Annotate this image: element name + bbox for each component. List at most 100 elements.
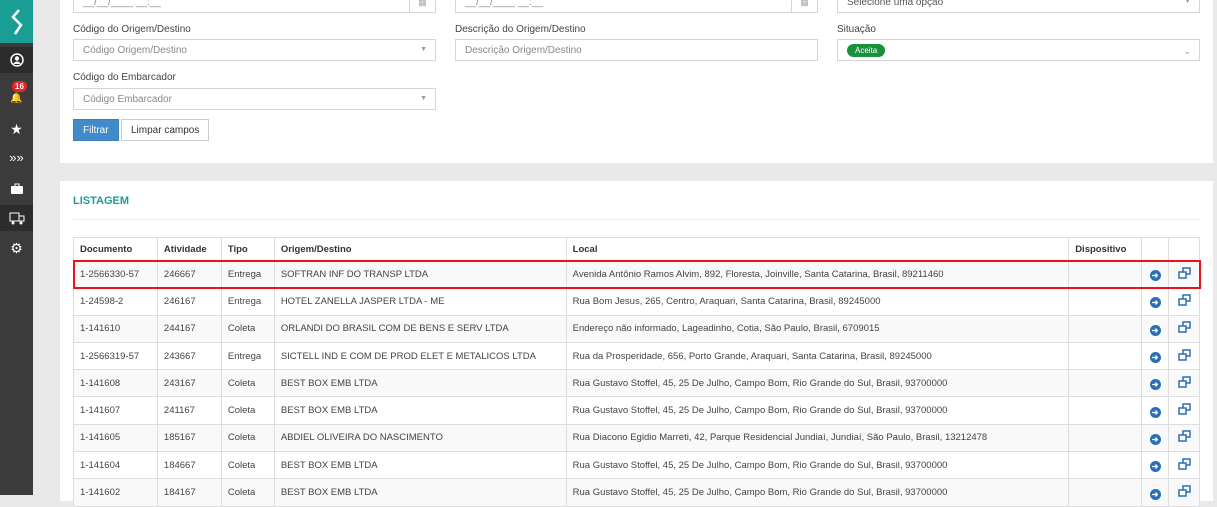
cell-atividade: 241167 xyxy=(156,396,222,425)
codigo-origem-label: Código do Origem/Destino xyxy=(73,24,191,35)
cell-atividade: 185167 xyxy=(156,423,222,453)
codigo-origem-select[interactable]: Código Origem/Destino ▼ xyxy=(73,39,436,61)
column-header[interactable]: Dispositivo xyxy=(1068,237,1143,261)
open-details-icon[interactable]: ➜ xyxy=(1141,287,1170,316)
embarcador-select[interactable]: Código Embarcador ▼ xyxy=(73,88,436,110)
briefcase-icon[interactable] xyxy=(0,176,33,202)
open-window-icon[interactable] xyxy=(1168,478,1200,507)
open-window-icon[interactable] xyxy=(1168,287,1200,316)
listing-title: LISTAGEM xyxy=(73,195,130,207)
cell-local: Rua Bom Jesus, 265, Centro, Araquari, Sa… xyxy=(565,287,1070,316)
open-details-icon[interactable]: ➜ xyxy=(1141,451,1170,480)
cell-tipo: Coleta xyxy=(220,478,275,507)
cell-dispositivo xyxy=(1068,341,1143,371)
cell-dispositivo xyxy=(1068,396,1143,425)
top-select[interactable]: Selecione uma opção ▼ xyxy=(837,0,1200,13)
open-window-icon[interactable] xyxy=(1168,259,1200,289)
table-row[interactable]: 1-141605 185167 Coleta ABDIEL OLIVEIRA DO N… xyxy=(73,423,1200,453)
column-header[interactable]: Tipo xyxy=(220,237,275,261)
column-header[interactable]: Local xyxy=(565,237,1070,261)
descricao-origem-label: Descrição do Origem/Destino xyxy=(455,24,586,35)
descricao-origem-input[interactable]: Descrição Origem/Destino xyxy=(455,39,818,61)
cell-documento: 1-141604 xyxy=(73,451,158,480)
cell-local: Rua Gustavo Stoffel, 45, 25 De Julho, Ca… xyxy=(565,396,1070,425)
logo[interactable] xyxy=(0,0,33,43)
gear-icon[interactable]: ⚙ xyxy=(0,235,33,261)
open-details-icon[interactable]: ➜ xyxy=(1141,341,1170,371)
cell-local: Rua da Prosperidade, 656, Porto Grande, … xyxy=(565,341,1070,371)
table-row[interactable]: 1-141602 184167 Coleta BEST BOX EMB LTDA Rua… xyxy=(73,478,1200,507)
notification-badge: 16 xyxy=(12,81,27,92)
cell-dispositivo xyxy=(1068,259,1143,289)
truck-icon[interactable] xyxy=(0,205,33,231)
cell-atividade: 243667 xyxy=(156,341,222,371)
open-window-icon[interactable] xyxy=(1168,451,1200,480)
cell-local: Rua Gustavo Stoffel, 45, 25 De Julho, Ca… xyxy=(565,451,1070,480)
column-header[interactable]: Origem/Destino xyxy=(273,237,567,261)
calendar-icon[interactable]: ▦ xyxy=(791,0,817,13)
cell-documento: 1-141602 xyxy=(73,478,158,507)
cell-origem-destino: ABDIEL OLIVEIRA DO NASCIMENTO xyxy=(273,423,567,453)
bell-icon[interactable]: 🔔 16 xyxy=(0,81,33,111)
cell-documento: 1-2566330-57 xyxy=(73,259,158,289)
cell-tipo: Entrega xyxy=(220,341,275,371)
embarcador-label: Código do Embarcador xyxy=(73,72,176,83)
table-header: Documento Atividade Tipo Origem/Destino … xyxy=(73,237,1200,261)
situacao-select[interactable]: Aceita ⌄ xyxy=(837,39,1200,61)
profile-icon[interactable] xyxy=(0,47,33,73)
table-row[interactable]: 1-141607 241167 Coleta BEST BOX EMB LTDA Rua… xyxy=(73,396,1200,425)
sidebar: 🔔 16 ★ »» ⚙ xyxy=(0,0,33,495)
cell-atividade: 184667 xyxy=(156,451,222,480)
star-icon[interactable]: ★ xyxy=(0,116,33,142)
open-window-icon[interactable] xyxy=(1168,341,1200,371)
cell-origem-destino: ORLANDI DO BRASIL COM DE BENS E SERV LTD… xyxy=(273,314,567,343)
chevrons-icon[interactable]: »» xyxy=(0,144,33,170)
cell-tipo: Coleta xyxy=(220,369,275,398)
filter-panel: __/__/____ __:__ ▦ __/__/____ __:__ ▦ Sele… xyxy=(60,0,1213,163)
open-details-icon[interactable]: ➜ xyxy=(1141,259,1170,289)
open-details-icon[interactable]: ➜ xyxy=(1141,369,1170,398)
listing-table: Documento Atividade Tipo Origem/Destino … xyxy=(72,237,1201,507)
cell-local: Rua Diacono Egidio Marreti, 42, Parque R… xyxy=(565,423,1070,453)
divider xyxy=(73,219,1200,220)
cell-origem-destino: BEST BOX EMB LTDA xyxy=(273,369,567,398)
cell-origem-destino: SOFTRAN INF DO TRANSP LTDA xyxy=(273,259,567,289)
cell-dispositivo xyxy=(1068,478,1143,507)
cell-atividade: 246167 xyxy=(156,287,222,316)
date-to-input[interactable]: __/__/____ __:__ ▦ xyxy=(455,0,818,13)
status-badge: Aceita xyxy=(847,44,886,57)
caret-down-icon: ▼ xyxy=(420,95,427,102)
cell-local: Endereço não informado, Lageadinho, Coti… xyxy=(565,314,1070,343)
open-details-icon[interactable]: ➜ xyxy=(1141,396,1170,425)
cell-dispositivo xyxy=(1068,451,1143,480)
cell-origem-destino: BEST BOX EMB LTDA xyxy=(273,478,567,507)
table-row[interactable]: 1-141604 184667 Coleta BEST BOX EMB LTDA Rua… xyxy=(73,451,1200,480)
clear-button[interactable]: Limpar campos xyxy=(121,119,210,141)
cell-tipo: Coleta xyxy=(220,396,275,425)
column-header[interactable]: Documento xyxy=(73,237,158,261)
table-row[interactable]: 1-141608 243167 Coleta BEST BOX EMB LTDA Rua… xyxy=(73,369,1200,398)
open-window-icon[interactable] xyxy=(1168,369,1200,398)
date-from-input[interactable]: __/__/____ __:__ ▦ xyxy=(73,0,436,13)
table-row[interactable]: 1-2566319-57 243667 Entrega SICTELL IND E C… xyxy=(73,341,1200,371)
open-details-icon[interactable]: ➜ xyxy=(1141,423,1170,453)
cell-dispositivo xyxy=(1068,287,1143,316)
filter-button[interactable]: Filtrar xyxy=(73,119,119,141)
open-details-icon[interactable]: ➜ xyxy=(1141,478,1170,507)
column-header[interactable]: Atividade xyxy=(156,237,222,261)
cell-atividade: 244167 xyxy=(156,314,222,343)
open-window-icon[interactable] xyxy=(1168,314,1200,343)
table-row[interactable]: 1-141610 244167 Coleta ORLANDI DO BRASIL CO… xyxy=(73,314,1200,343)
cell-dispositivo xyxy=(1068,423,1143,453)
table-row[interactable]: 1-24598-2 246167 Entrega HOTEL ZANELLA JASP… xyxy=(73,287,1200,316)
open-details-icon[interactable]: ➜ xyxy=(1141,314,1170,343)
cell-origem-destino: SICTELL IND E COM DE PROD ELET E METALIC… xyxy=(273,341,567,371)
cell-dispositivo xyxy=(1068,314,1143,343)
cell-tipo: Coleta xyxy=(220,314,275,343)
table-row[interactable]: 1-2566330-57 246667 Entrega SOFTRAN INF DO … xyxy=(72,259,1201,289)
listing-panel: LISTAGEM Documento Atividade Tipo Origem… xyxy=(60,181,1213,507)
open-window-icon[interactable] xyxy=(1168,396,1200,425)
open-window-icon[interactable] xyxy=(1168,423,1200,453)
calendar-icon[interactable]: ▦ xyxy=(409,0,435,13)
caret-down-icon: ▼ xyxy=(420,46,427,53)
